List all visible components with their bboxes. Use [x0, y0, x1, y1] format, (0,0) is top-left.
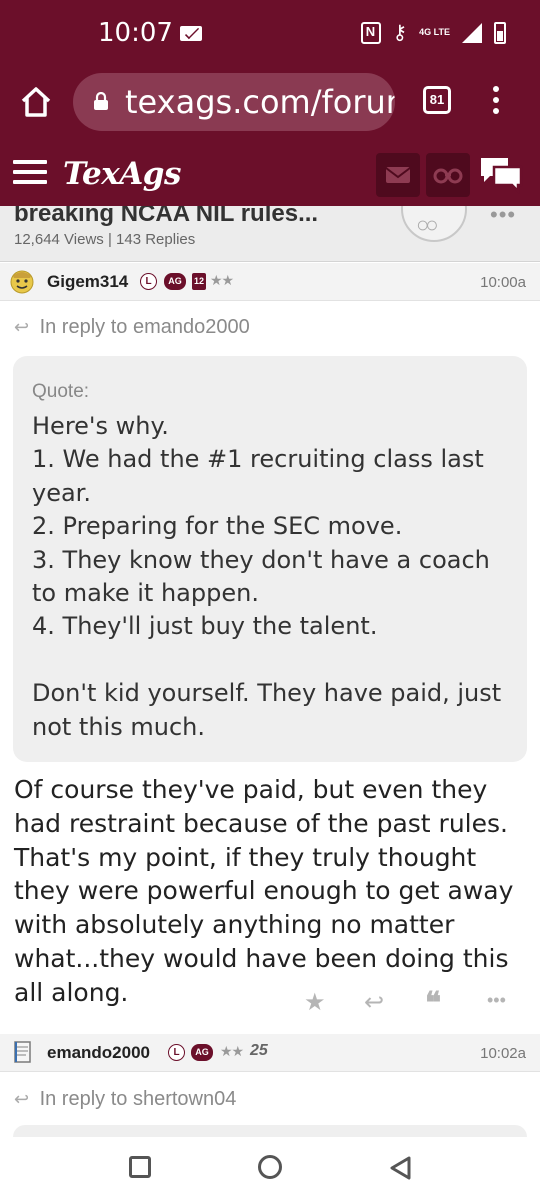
binoculars-icon — [433, 168, 463, 184]
url-text: texags.com/forum — [125, 83, 395, 121]
quote-text: Here's why. 1. We had the #1 recruiting … — [32, 412, 502, 741]
status-icons: N ⚷ 4G LTE — [360, 20, 506, 45]
envelope-icon — [385, 167, 411, 183]
reply-to-link[interactable]: ↩ In reply to emando2000 — [14, 316, 250, 339]
chat-icon[interactable] — [478, 154, 524, 194]
reply-arrow-icon: ↩ — [14, 317, 30, 337]
post-actions: ★ ↩ ❝ ••• — [0, 986, 540, 1021]
binoculars-icon: ○○ — [416, 212, 438, 237]
thread-more-icon[interactable]: ••• — [490, 206, 516, 228]
status-bar: 10:07 N ⚷ 4G LTE — [0, 0, 540, 68]
thread-title[interactable]: breaking NCAA NIL rules... — [14, 206, 318, 228]
hamburger-menu-icon[interactable] — [13, 160, 47, 184]
site-logo[interactable]: TexAgs — [63, 156, 181, 192]
nfc-icon: N — [360, 21, 381, 44]
username[interactable]: Gigem314 — [47, 272, 128, 292]
quote-label: Quote: — [32, 381, 90, 402]
username[interactable]: emando2000 — [47, 1043, 150, 1063]
signal-icon — [462, 22, 482, 43]
quote-block — [13, 1125, 527, 1137]
reply-to-text: In reply to shertown04 — [39, 1088, 237, 1110]
home-circle-icon[interactable] — [258, 1155, 282, 1179]
more-icon[interactable]: ••• — [487, 990, 506, 1011]
reply-icon[interactable]: ↩ — [364, 988, 384, 1017]
tab-switcher-button[interactable]: 81 — [423, 86, 451, 114]
network-type: 4G LTE — [419, 27, 450, 37]
url-bar[interactable]: texags.com/forum — [73, 73, 395, 131]
post-time: 10:00a — [480, 274, 526, 291]
thread-stats: 12,644 Views | 143 Replies — [14, 231, 196, 248]
class-year-badge: 12 — [192, 273, 206, 290]
avatar[interactable] — [8, 267, 36, 295]
reply-to-link[interactable]: ↩ In reply to shertown04 — [14, 1088, 236, 1111]
lock-icon — [94, 92, 108, 110]
avatar[interactable] — [8, 1038, 36, 1066]
quote-block: Quote: Here's why. 1. We had the #1 recr… — [13, 356, 527, 762]
recent-apps-icon[interactable] — [129, 1156, 151, 1178]
watch-thread-button[interactable]: ○○ — [401, 206, 467, 242]
post-header: emando2000 L AG ★★ 25 10:02a — [0, 1034, 540, 1072]
status-time: 10:07 — [98, 18, 173, 48]
rank-stars: ★★ — [210, 272, 234, 288]
lifetime-badge: L — [168, 1044, 185, 1061]
browser-toolbar: texags.com/forum 81 — [0, 68, 540, 138]
browser-menu-icon[interactable] — [490, 86, 502, 118]
ag-badge: AG — [164, 273, 186, 290]
back-triangle-icon[interactable] — [388, 1155, 414, 1181]
home-icon[interactable] — [18, 84, 54, 120]
anniversary-badge: 25 — [250, 1042, 268, 1059]
star-icon[interactable]: ★ — [304, 988, 326, 1017]
ag-badge: AG — [191, 1044, 213, 1061]
system-nav-bar — [0, 1137, 540, 1200]
lifetime-badge: L — [140, 273, 157, 290]
site-header: TexAgs — [0, 138, 540, 206]
key-icon: ⚷ — [392, 22, 408, 44]
rank-stars: ★★ — [220, 1043, 244, 1059]
post-body: Of course they've paid, but even they ha… — [14, 775, 514, 1007]
thread-info-bar: breaking NCAA NIL rules... 12,644 Views … — [0, 206, 540, 262]
quote-icon[interactable]: ❝ — [425, 986, 441, 1021]
reply-to-text: In reply to emando2000 — [39, 316, 250, 338]
mail-notification-icon — [180, 26, 202, 41]
reply-arrow-icon: ↩ — [14, 1089, 30, 1109]
post-time: 10:02a — [480, 1045, 526, 1062]
battery-icon — [494, 21, 506, 44]
messages-button[interactable] — [376, 153, 420, 197]
post-header: Gigem314 L AG 12 ★★ 10:00a — [0, 263, 540, 301]
watch-button[interactable] — [426, 153, 470, 197]
